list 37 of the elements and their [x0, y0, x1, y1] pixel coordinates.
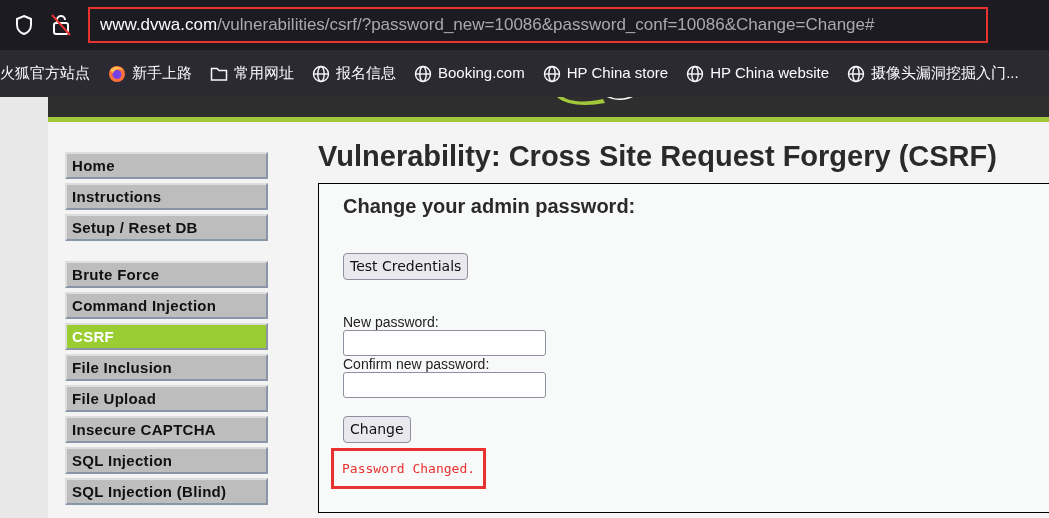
globe-icon [847, 64, 866, 83]
menu-item[interactable]: Command Injection [65, 292, 268, 319]
bookmark-link[interactable]: HP China store [566, 62, 669, 85]
password-field[interactable] [343, 329, 546, 356]
bookmark-link[interactable]: 火狐官方站点 [0, 62, 90, 85]
bookmark-link[interactable]: 摄像头漏洞挖掘入门... [871, 62, 1019, 85]
menu-item[interactable]: File Upload [65, 385, 268, 412]
globe-icon [686, 64, 705, 83]
globe-icon [312, 64, 330, 83]
page-title: Vulnerability: Cross Site Request Forgery (CSRF) [318, 139, 998, 174]
globe-icon [414, 64, 432, 83]
menu-item[interactable]: Home [65, 152, 268, 179]
test-credentials-button[interactable]: Test Credentials [343, 252, 469, 280]
menu-item[interactable]: SQL Injection (Blind) [65, 478, 268, 505]
form-title: Change your admin password: [343, 193, 637, 218]
menu-item[interactable]: Instructions [65, 183, 268, 210]
bookmark-link[interactable]: HP China website [710, 62, 830, 85]
menu-item[interactable]: Setup / Reset DB [65, 214, 268, 241]
menu-item[interactable]: Insecure CAPTCHA [65, 416, 268, 443]
firefox-icon [108, 64, 126, 83]
status-message: Password Changed. [331, 447, 487, 490]
bookmark-link[interactable]: 报名信息 [336, 62, 396, 85]
field-label: New password: [343, 313, 440, 330]
globe-icon [542, 64, 561, 83]
field-label: Confirm new password: [343, 355, 491, 372]
change-button[interactable]: Change [343, 415, 411, 443]
menu-item[interactable]: Brute Force [65, 261, 268, 288]
bookmark-link[interactable]: Booking.com [438, 62, 525, 85]
bookmark-link[interactable]: 常用网址 [234, 62, 294, 85]
menu-item[interactable]: SQL Injection [65, 447, 268, 474]
menu-item[interactable]: File Inclusion [65, 354, 268, 381]
shield-icon[interactable] [14, 14, 34, 36]
lock-icon[interactable] [50, 13, 72, 37]
bookmark-link[interactable]: 新手上路 [132, 62, 192, 85]
folder-icon [210, 65, 228, 82]
address-bar[interactable]: www.dvwa.com/vulnerabilities/csrf/?password_new=10086&password_conf=10086&Change=Change# [88, 7, 988, 43]
password-field[interactable] [343, 371, 546, 398]
